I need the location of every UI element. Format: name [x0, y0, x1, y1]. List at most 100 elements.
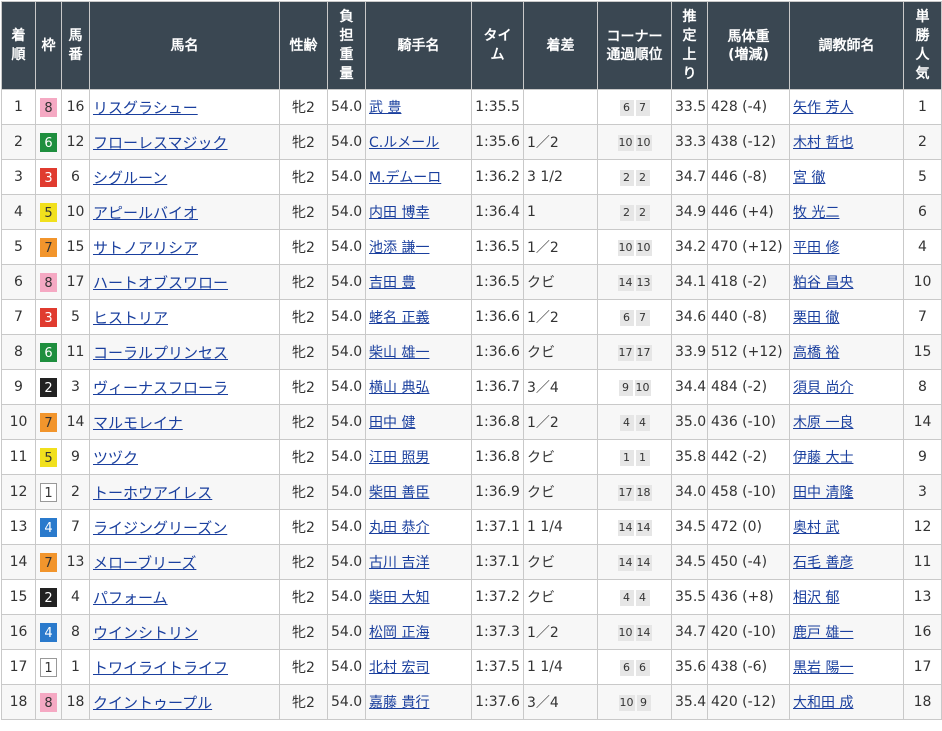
trainer-cell: 平田 修: [789, 229, 904, 265]
jockey-link[interactable]: 北村 宏司: [369, 660, 429, 676]
trainer-link[interactable]: 牧 光二: [793, 205, 839, 221]
jockey-link[interactable]: 古川 吉洋: [369, 555, 429, 571]
trainer-link[interactable]: 黒岩 陽一: [793, 660, 853, 676]
waku-badge: 2: [40, 377, 57, 397]
time-cell: 1:36.7: [471, 369, 524, 405]
header-margin: 着差: [523, 1, 598, 90]
trainer-link[interactable]: 奥村 武: [793, 520, 839, 536]
trainer-link[interactable]: 平田 修: [793, 240, 839, 256]
header-popularity-label: 単 勝 人 気: [915, 8, 930, 82]
corner-position-2: 13: [635, 274, 652, 291]
trainer-link[interactable]: 粕谷 昌央: [793, 275, 853, 291]
jockey-link[interactable]: 松岡 正海: [369, 625, 429, 641]
time-cell: 1:37.5: [471, 649, 524, 685]
umaban-cell: 10: [61, 194, 90, 230]
bodyweight-cell: 450 (-4): [707, 544, 790, 580]
bodyweight-cell: 420 (-10): [707, 614, 790, 650]
corner-position-1: 6: [619, 309, 634, 326]
horse-name-link[interactable]: サトノアリシア: [93, 239, 198, 257]
weight-cell: 54.0: [327, 579, 366, 615]
corner-cell: 22: [597, 159, 672, 195]
horse-cell: トワイライトライフ: [89, 649, 280, 685]
time-cell: 1:36.5: [471, 264, 524, 300]
horse-name-link[interactable]: クイントゥープル: [93, 694, 212, 712]
margin-cell: [523, 89, 598, 125]
trainer-link[interactable]: 石毛 善彦: [793, 555, 853, 571]
popularity-cell: 10: [903, 264, 942, 300]
horse-name-link[interactable]: パフォーム: [93, 589, 168, 607]
jockey-link[interactable]: C.ルメール: [369, 135, 439, 151]
trainer-link[interactable]: 高橋 裕: [793, 345, 839, 361]
trainer-link[interactable]: 鹿戸 雄一: [793, 625, 853, 641]
jockey-link[interactable]: 江田 照男: [369, 450, 429, 466]
horse-cell: マルモレイナ: [89, 404, 280, 440]
jockey-link[interactable]: 柴田 大知: [369, 590, 429, 606]
sexage-cell: 牝2: [279, 579, 328, 615]
rank-cell: 17: [1, 649, 36, 685]
corner-cell: 22: [597, 194, 672, 230]
jockey-link[interactable]: 丸田 恭介: [369, 520, 429, 536]
horse-name-link[interactable]: ライジングリーズン: [93, 519, 227, 537]
jockey-link[interactable]: 柴田 善臣: [369, 485, 429, 501]
time-cell: 1:36.8: [471, 439, 524, 475]
corner-cell: 10 9: [597, 684, 672, 720]
jockey-link[interactable]: 横山 典弘: [369, 380, 429, 396]
corner-position-1: 10: [617, 624, 634, 641]
horse-name-link[interactable]: シグルーン: [93, 169, 167, 187]
sexage-cell: 牝2: [279, 264, 328, 300]
umaban-cell: 8: [61, 614, 90, 650]
trainer-link[interactable]: 田中 清隆: [793, 485, 853, 501]
trainer-cell: 牧 光二: [789, 194, 904, 230]
bodyweight-cell: 512 (+12): [707, 334, 790, 370]
trainer-link[interactable]: 木原 一良: [793, 415, 853, 431]
trainer-cell: 矢作 芳人: [789, 89, 904, 125]
trainer-link[interactable]: 伊藤 大士: [793, 450, 853, 466]
header-bodyweight: 馬体重 (増減): [707, 1, 790, 90]
trainer-link[interactable]: 相沢 郁: [793, 590, 839, 606]
time-cell: 1:37.3: [471, 614, 524, 650]
horse-name-link[interactable]: ウインシトリン: [93, 624, 198, 642]
corner-positions: 17 18: [617, 484, 653, 501]
jockey-link[interactable]: M.デムーロ: [369, 170, 441, 186]
horse-name-link[interactable]: ハートオブスワロー: [93, 274, 228, 292]
trainer-link[interactable]: 須貝 尚介: [793, 380, 853, 396]
rank-cell: 13: [1, 509, 36, 545]
horse-name-link[interactable]: ヒストリア: [93, 309, 168, 327]
trainer-link[interactable]: 大和田 成: [793, 695, 853, 711]
horse-name-link[interactable]: ツヅク: [93, 449, 138, 467]
waku-badge: 4: [40, 622, 57, 642]
horse-name-link[interactable]: アピールバイオ: [93, 204, 198, 222]
jockey-link[interactable]: 嘉藤 貴行: [369, 695, 429, 711]
jockey-link[interactable]: 柴山 雄一: [369, 345, 429, 361]
trainer-link[interactable]: 宮 徹: [793, 170, 825, 186]
trainer-link[interactable]: 矢作 芳人: [793, 100, 853, 116]
header-last3f-label: 推 定 上 り: [682, 8, 697, 82]
sexage-cell: 牝2: [279, 159, 328, 195]
jockey-link[interactable]: 内田 博幸: [369, 205, 429, 221]
horse-cell: ヒストリア: [89, 299, 280, 335]
jockey-cell: 江田 照男: [365, 439, 472, 475]
horse-name-link[interactable]: トワイライトライフ: [93, 659, 228, 677]
jockey-link[interactable]: 吉田 豊: [369, 275, 415, 291]
trainer-link[interactable]: 木村 哲也: [793, 135, 853, 151]
jockey-link[interactable]: 池添 謙一: [369, 240, 429, 256]
waku-badge: 3: [40, 167, 57, 187]
jockey-link[interactable]: 武 豊: [369, 100, 401, 116]
horse-name-link[interactable]: マルモレイナ: [93, 414, 183, 432]
horse-name-link[interactable]: メローブリーズ: [93, 554, 196, 572]
waku-badge: 8: [40, 272, 57, 292]
table-row: 8 6 11 コーラルプリンセス 牝2 54.0 柴山 雄一 1:36.6 クビ 17 17 33.9…: [1, 334, 942, 370]
horse-name-link[interactable]: コーラルプリンセス: [93, 344, 228, 362]
header-trainer: 調教師名: [789, 1, 904, 90]
trainer-link[interactable]: 栗田 徹: [793, 310, 839, 326]
horse-name-link[interactable]: トーホウアイレス: [93, 484, 212, 502]
jockey-link[interactable]: 蛯名 正義: [369, 310, 429, 326]
margin-cell: 1／2: [523, 404, 598, 440]
horse-name-link[interactable]: ヴィーナスフローラ: [93, 379, 228, 397]
jockey-link[interactable]: 田中 健: [369, 415, 415, 431]
horse-name-link[interactable]: リスグラシュー: [93, 99, 198, 117]
corner-position-2: 9: [636, 694, 651, 711]
corner-positions: 10 9: [618, 694, 652, 711]
horse-name-link[interactable]: フローレスマジック: [93, 134, 228, 152]
header-jockey: 騎手名: [365, 1, 472, 90]
